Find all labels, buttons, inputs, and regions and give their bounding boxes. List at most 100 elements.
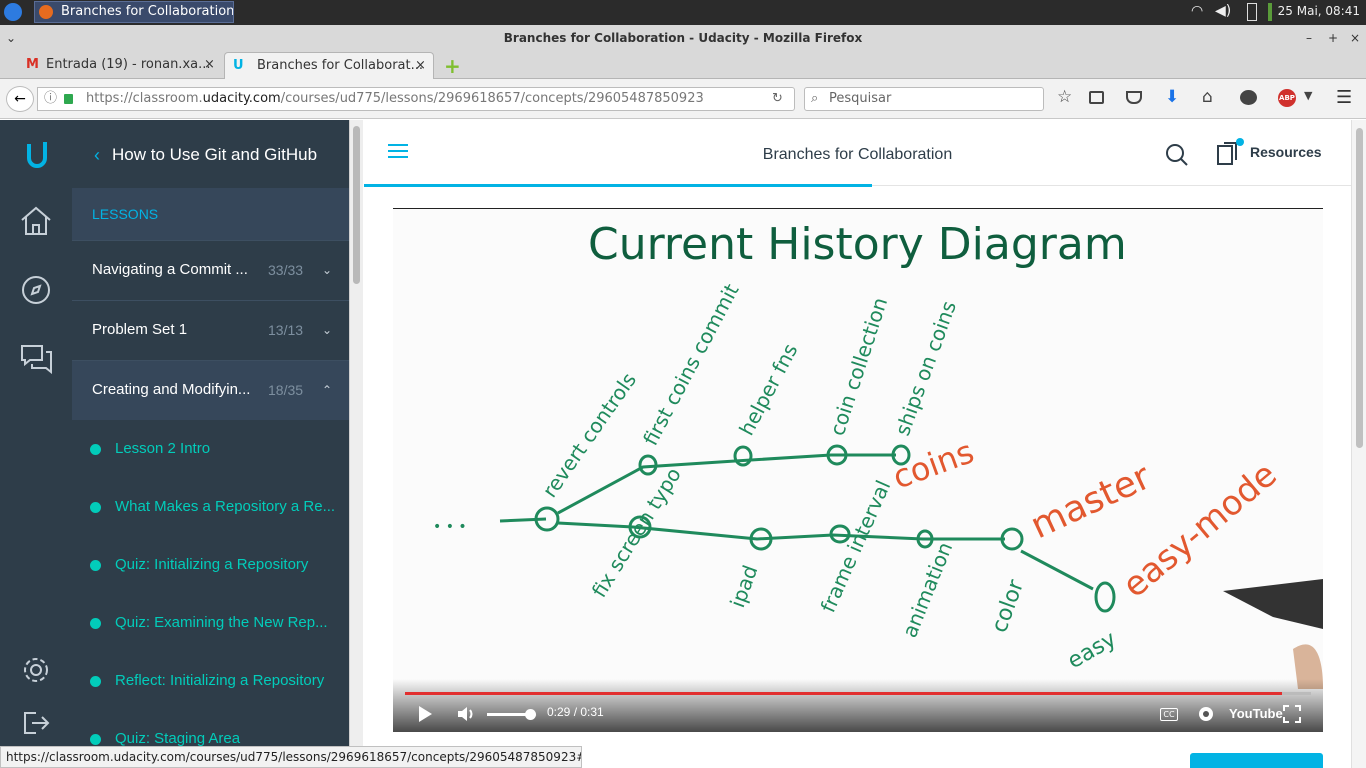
commit-label: ships on coins <box>890 298 961 439</box>
bookmark-star-icon[interactable]: ☆ <box>1057 87 1072 107</box>
menu-icon[interactable] <box>4 3 22 21</box>
udacity-logo-icon[interactable] <box>20 138 54 172</box>
home-icon[interactable] <box>19 206 53 236</box>
volume-slider[interactable] <box>487 709 537 720</box>
commit-node <box>733 445 753 467</box>
concept-header: Branches for Collaboration Resources <box>364 120 1351 187</box>
branch-line <box>1020 549 1094 591</box>
udacity-icon: U <box>233 58 244 73</box>
play-icon[interactable] <box>417 705 433 723</box>
compass-icon[interactable] <box>20 274 52 306</box>
tab-udacity[interactable]: U Branches for Collaborat... × <box>224 52 434 79</box>
lesson-item[interactable]: Navigating a Commit ... 33/33 ⌄ <box>72 240 349 300</box>
branch-label: master <box>1024 456 1157 547</box>
chevron-up-icon: ⌃ <box>322 383 333 397</box>
tab-strip: M Entrada (19) - ronan.xa... × U Branche… <box>0 51 1366 79</box>
tab-gmail[interactable]: M Entrada (19) - ronan.xa... × <box>20 52 220 79</box>
video-player[interactable]: Current History Diagram • • • revert con… <box>393 208 1323 732</box>
chat-smiley-icon[interactable] <box>1240 90 1257 105</box>
url-bar[interactable]: ⓘ https://classroom.udacity.com/courses/… <box>37 87 795 111</box>
hamburger-menu-icon[interactable]: ☰ <box>1336 87 1352 108</box>
check-icon <box>90 676 101 687</box>
tab-label: Branches for Collaborat... <box>257 58 423 73</box>
concept-title: What Makes a Repository a Re... <box>115 498 336 515</box>
url-prefix: https://classroom. <box>86 91 203 106</box>
branch-line <box>557 453 896 515</box>
concept-item[interactable]: Quiz: Examining the New Rep... <box>72 594 349 652</box>
chevron-left-icon: ‹ <box>94 145 100 165</box>
commit-label: easy <box>1064 627 1121 674</box>
reload-icon[interactable]: ↻ <box>772 88 783 110</box>
lesson-item[interactable]: Problem Set 1 13/13 ⌄ <box>72 300 349 360</box>
search-icon[interactable] <box>1165 143 1189 167</box>
branch-label: coins <box>888 432 979 496</box>
concept-title: Lesson 2 Intro <box>115 440 211 457</box>
lesson-progress-bar <box>364 184 872 187</box>
volume-knob[interactable] <box>525 709 536 720</box>
battery-icon[interactable] <box>1247 3 1257 21</box>
resources-icon[interactable] <box>1216 138 1246 168</box>
scrollbar-thumb[interactable] <box>353 126 360 284</box>
chevron-down-icon: ⌄ <box>322 263 333 277</box>
scrollbar-thumb[interactable] <box>1356 128 1363 448</box>
video-progress-track[interactable] <box>405 692 1311 695</box>
home-icon[interactable]: ⌂ <box>1202 87 1213 107</box>
logout-icon[interactable] <box>22 710 50 736</box>
download-icon[interactable]: ⬇ <box>1165 87 1179 107</box>
chat-icon[interactable] <box>19 342 55 374</box>
main-scrollbar[interactable] <box>1351 120 1366 768</box>
taskbar-firefox-window[interactable]: Branches for Collaboration... <box>34 1 234 23</box>
lesson-title: Problem Set 1 <box>92 321 188 338</box>
status-bar: https://classroom.udacity.com/courses/ud… <box>0 746 582 768</box>
concept-item[interactable]: Lesson 2 Intro <box>72 420 349 478</box>
reading-list-icon[interactable] <box>1089 91 1104 104</box>
new-tab-plus-icon[interactable]: + <box>444 54 461 78</box>
close-tab-icon[interactable]: × <box>204 52 215 78</box>
fullscreen-icon[interactable] <box>1283 705 1301 723</box>
search-placeholder: Pesquisar <box>829 91 892 106</box>
concept-item[interactable]: Quiz: Initializing a Repository <box>72 536 349 594</box>
lesson-item-active[interactable]: Creating and Modifyin... 18/35 ⌃ <box>72 360 349 420</box>
settings-gear-icon[interactable] <box>1196 704 1216 724</box>
adblock-icon[interactable]: ABP <box>1278 89 1296 107</box>
check-icon <box>90 444 101 455</box>
history-diagram: Current History Diagram • • • revert con… <box>433 219 1323 689</box>
back-button[interactable]: ← <box>6 86 34 112</box>
branch-line <box>499 517 547 523</box>
window-title: Branches for Collaboration - Udacity - M… <box>503 31 863 45</box>
page-title: Branches for Collaboration <box>762 146 953 163</box>
taskbar-window-label: Branches for Collaboration... <box>61 4 234 19</box>
url-domain: udacity.com <box>202 91 281 106</box>
lesson-count: 18/35 <box>268 382 304 398</box>
info-icon[interactable]: ⓘ <box>44 88 57 110</box>
video-played-bar <box>405 692 1282 695</box>
volume-level <box>487 713 530 716</box>
chevron-down-icon: ⌄ <box>322 323 333 337</box>
pocket-icon[interactable] <box>1126 91 1142 104</box>
settings-gear-icon[interactable] <box>22 656 50 684</box>
volume-icon[interactable]: ◀) <box>1215 3 1231 19</box>
firefox-icon <box>39 5 53 19</box>
volume-icon[interactable] <box>457 705 477 723</box>
commit-label: coin collection <box>825 294 892 438</box>
diagram-title: Current History Diagram <box>588 219 1127 270</box>
close-window-icon[interactable]: × <box>1350 25 1360 51</box>
chevron-down-icon[interactable]: ▼ <box>1304 89 1312 102</box>
concept-title: Quiz: Examining the New Rep... <box>115 614 328 631</box>
next-button[interactable] <box>1190 753 1323 768</box>
lessons-header: LESSONS <box>72 188 349 240</box>
youtube-logo[interactable]: YouTube <box>1229 706 1283 721</box>
minimize-icon[interactable]: – <box>1306 25 1312 51</box>
close-tab-icon[interactable]: × <box>415 53 426 79</box>
wifi-icon[interactable]: ◠ <box>1191 3 1203 19</box>
captions-icon[interactable]: CC <box>1160 708 1178 721</box>
window-menu-icon[interactable]: ⌄ <box>6 25 16 51</box>
course-back-link[interactable]: ‹ How to Use Git and GitHub <box>72 120 349 188</box>
concept-item[interactable]: What Makes a Repository a Re... <box>72 478 349 536</box>
search-input[interactable]: ⌕ Pesquisar <box>804 87 1044 111</box>
resources-label[interactable]: Resources <box>1250 144 1322 160</box>
check-icon <box>90 618 101 629</box>
sidebar-scrollbar[interactable] <box>349 120 363 768</box>
concept-item[interactable]: Reflect: Initializing a Repository <box>72 652 349 710</box>
maximize-icon[interactable]: + <box>1328 25 1338 51</box>
